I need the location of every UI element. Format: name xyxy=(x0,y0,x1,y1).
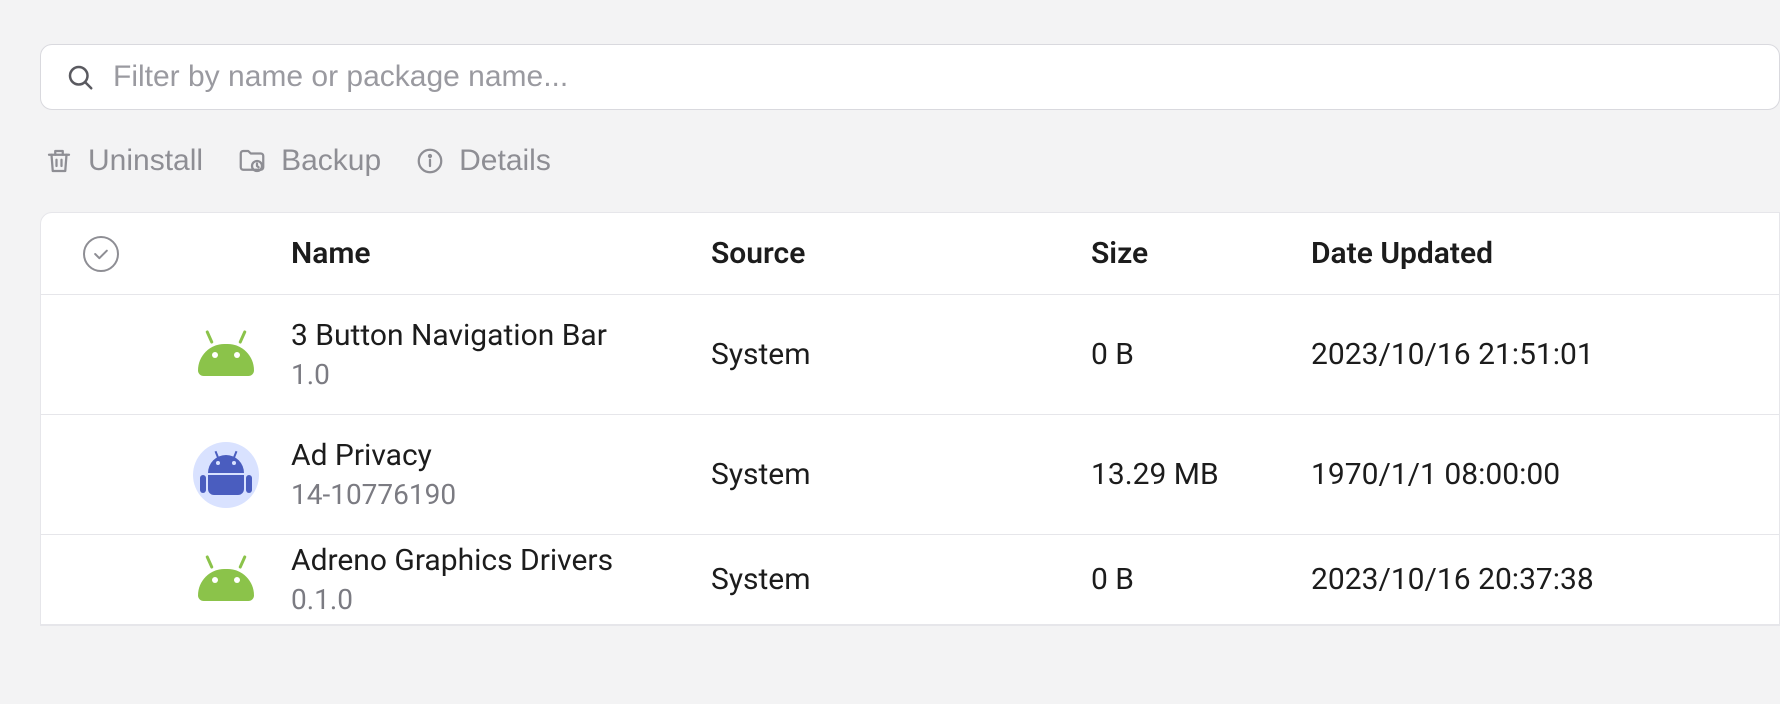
app-name-cell: Adreno Graphics Drivers 0.1.0 xyxy=(291,543,711,616)
app-table: Name Source Size Date Updated 3 Button N… xyxy=(40,212,1780,626)
app-date-updated: 1970/1/1 08:00:00 xyxy=(1311,457,1779,492)
search-icon xyxy=(65,62,95,92)
details-button[interactable]: Details xyxy=(415,144,551,178)
checkmark-circle-icon xyxy=(83,236,119,272)
app-date-updated: 2023/10/16 20:37:38 xyxy=(1311,562,1779,597)
info-icon xyxy=(415,146,445,176)
app-name: Adreno Graphics Drivers xyxy=(291,543,691,579)
app-manager-panel: Uninstall Backup Details xyxy=(0,0,1780,626)
app-version: 0.1.0 xyxy=(291,585,691,616)
app-size: 0 B xyxy=(1091,337,1311,372)
table-row[interactable]: Ad Privacy 14-10776190 System 13.29 MB 1… xyxy=(41,415,1779,535)
trash-icon xyxy=(44,146,74,176)
android-icon xyxy=(198,334,254,376)
header-date-updated[interactable]: Date Updated xyxy=(1311,236,1779,271)
app-version: 1.0 xyxy=(291,360,691,391)
app-source: System xyxy=(711,562,1091,597)
select-all-cell[interactable] xyxy=(41,236,161,272)
app-version: 14-10776190 xyxy=(291,480,691,511)
app-name: 3 Button Navigation Bar xyxy=(291,318,691,354)
table-row[interactable]: 3 Button Navigation Bar 1.0 System 0 B 2… xyxy=(41,295,1779,415)
app-size: 13.29 MB xyxy=(1091,457,1311,492)
android-privacy-icon xyxy=(193,442,259,508)
table-header-row: Name Source Size Date Updated xyxy=(41,213,1779,295)
uninstall-label: Uninstall xyxy=(88,144,203,178)
app-name: Ad Privacy xyxy=(291,438,691,474)
app-icon-cell xyxy=(161,442,291,508)
app-source: System xyxy=(711,337,1091,372)
app-source: System xyxy=(711,457,1091,492)
header-size[interactable]: Size xyxy=(1091,236,1311,271)
search-field[interactable] xyxy=(40,44,1780,110)
app-date-updated: 2023/10/16 21:51:01 xyxy=(1311,337,1779,372)
app-name-cell: Ad Privacy 14-10776190 xyxy=(291,438,711,511)
details-label: Details xyxy=(459,144,551,178)
android-icon xyxy=(198,559,254,601)
app-name-cell: 3 Button Navigation Bar 1.0 xyxy=(291,318,711,391)
header-name[interactable]: Name xyxy=(291,236,711,271)
app-icon-cell xyxy=(161,559,291,601)
header-source[interactable]: Source xyxy=(711,236,1091,271)
table-row[interactable]: Adreno Graphics Drivers 0.1.0 System 0 B… xyxy=(41,535,1779,625)
backup-label: Backup xyxy=(281,144,381,178)
action-toolbar: Uninstall Backup Details xyxy=(40,110,1780,212)
backup-icon xyxy=(237,146,267,176)
backup-button[interactable]: Backup xyxy=(237,144,381,178)
uninstall-button[interactable]: Uninstall xyxy=(44,144,203,178)
app-size: 0 B xyxy=(1091,562,1311,597)
app-icon-cell xyxy=(161,334,291,376)
search-input[interactable] xyxy=(113,60,1755,94)
